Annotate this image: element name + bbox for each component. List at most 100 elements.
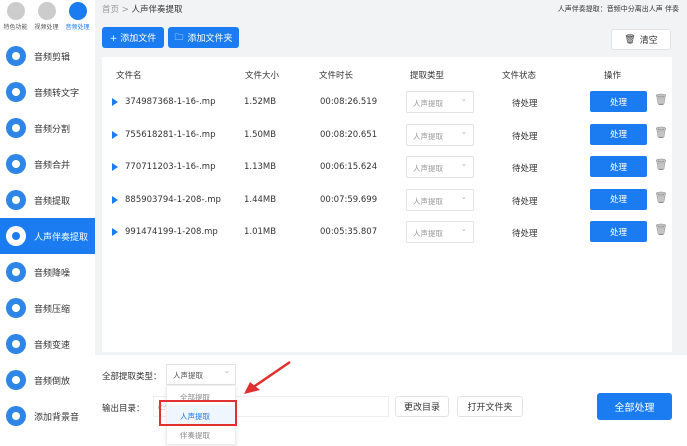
file-table: 文件名 文件大小 文件时长 提取类型 文件状态 操作 374987368-1-1… <box>102 57 672 352</box>
tab-audio[interactable]: 音频处理 <box>62 2 93 38</box>
sidebar-item[interactable]: 音频倒放 <box>0 362 95 398</box>
sidebar-item[interactable]: 添加背景音 <box>0 398 95 434</box>
process-button[interactable]: 处理 <box>590 188 647 210</box>
header-duration: 文件时长 <box>319 71 354 81</box>
audio-icon <box>6 262 26 282</box>
file-size: 1.13MB <box>244 162 277 172</box>
file-name: 755618281-1-16-.mp <box>125 129 216 140</box>
highlight-box <box>159 400 237 426</box>
clear-button[interactable]: 🗑 清空 <box>611 29 671 50</box>
type-select[interactable]: 人声提取 <box>406 91 474 113</box>
audio-icon <box>6 334 26 354</box>
header-action: 操作 <box>604 71 622 81</box>
sidebar-item-label: 添加背景音 <box>34 412 80 423</box>
process-button[interactable]: 处理 <box>590 91 647 112</box>
sidebar-item-label: 音频转文字 <box>34 88 80 99</box>
file-duration: 00:06:15.624 <box>320 162 378 172</box>
sidebar-item[interactable]: 音频剪辑 <box>0 38 95 74</box>
option-accompaniment[interactable]: 伴奏提取 <box>167 424 235 443</box>
sidebar-item[interactable]: 音频合并 <box>0 146 95 182</box>
type-select[interactable]: 人声提取 <box>406 156 474 178</box>
process-button[interactable]: 处理 <box>590 123 647 145</box>
sidebar-item-label: 人声伴奏提取 <box>34 232 89 243</box>
trash-icon: 🗑 <box>624 34 636 45</box>
play-icon[interactable] <box>112 130 118 139</box>
tab-video[interactable]: 视频处理 <box>31 2 62 38</box>
audio-icon <box>6 226 26 246</box>
trash-icon[interactable]: 🗑 <box>654 191 668 204</box>
sidebar-item-label: 音频压缩 <box>34 304 71 315</box>
trash-icon[interactable]: 🗑 <box>654 223 668 236</box>
audio-icon <box>6 82 26 102</box>
table-row: 885903794-1-208-.mp 1.44MB 00:07:59.699 … <box>102 185 672 217</box>
header-size: 文件大小 <box>245 71 280 81</box>
sidebar-item-label: 音频分割 <box>34 124 71 135</box>
sidebar-item-label: 音频合并 <box>34 160 71 171</box>
file-name: 770711203-1-16-.mp <box>125 162 216 172</box>
clear-label: 清空 <box>639 36 658 46</box>
trash-icon[interactable]: 🗑 <box>654 126 668 139</box>
process-all-button[interactable]: 全部处理 <box>597 393 672 420</box>
file-name: 885903794-1-208-.mp <box>125 194 221 205</box>
change-dir-button[interactable]: 更改目录 <box>395 396 449 417</box>
audio-icon <box>6 118 26 138</box>
table-row: 770711203-1-16-.mp 1.13MB 00:06:15.624 人… <box>102 152 672 184</box>
sidebar-item[interactable]: 音频压缩 <box>0 290 95 326</box>
type-select[interactable]: 人声提取 <box>406 188 474 211</box>
trash-icon[interactable]: 🗑 <box>654 93 668 106</box>
sidebar: 特色功能 视频处理 音频处理 音频剪辑音频转文字音频分割音频合并音频提取人声伴奏… <box>0 0 95 446</box>
file-name: 991474199-1-208.mp <box>125 227 218 237</box>
sidebar-item[interactable]: 音频降噪 <box>0 254 95 290</box>
play-icon[interactable] <box>112 195 118 204</box>
audio-icon <box>6 370 26 390</box>
play-icon[interactable] <box>112 163 118 171</box>
add-file-button[interactable]: + 添加文件 <box>102 27 164 48</box>
sidebar-item-label: 音频提取 <box>34 196 71 207</box>
feature-hint: 人声伴奏提取：音频中分离出人声 伴奏 <box>557 5 679 13</box>
tab-featured[interactable]: 特色功能 <box>0 2 31 38</box>
type-select[interactable]: 人声提取 <box>406 221 474 243</box>
table-row: 991474199-1-208.mp 1.01MB 00:05:35.807 人… <box>102 217 672 249</box>
audio-icon <box>6 190 26 210</box>
open-folder-button[interactable]: 打开文件夹 <box>457 396 523 417</box>
process-button[interactable]: 处理 <box>590 156 647 177</box>
sidebar-item[interactable]: 音频分割 <box>0 110 95 146</box>
sidebar-item[interactable]: 音频变速 <box>0 326 95 362</box>
sidebar-item[interactable]: 音频提取 <box>0 182 95 218</box>
process-button[interactable]: 处理 <box>590 221 647 242</box>
type-select[interactable]: 人声提取 <box>406 123 474 146</box>
file-size: 1.52MB <box>244 97 277 107</box>
tab-label: 视频处理 <box>34 24 59 31</box>
music-icon <box>68 2 87 20</box>
sidebar-item[interactable]: 人声伴奏提取 <box>0 218 95 254</box>
table-row: 755618281-1-16-.mp 1.50MB 00:08:20.651 人… <box>102 120 672 152</box>
breadcrumb-home[interactable]: 首页 <box>102 5 119 15</box>
audio-icon <box>6 298 26 318</box>
file-name: 374987368-1-16-.mp <box>125 97 216 107</box>
all-type-select[interactable]: 人声提取 <box>166 364 236 385</box>
header-type: 提取类型 <box>410 71 445 81</box>
sidebar-item-label: 音频倒放 <box>34 376 71 387</box>
sidebar-item-label: 音频降噪 <box>34 268 71 279</box>
star-icon <box>6 2 25 20</box>
file-status: 待处理 <box>512 131 538 142</box>
play-icon[interactable] <box>112 228 118 236</box>
film-icon <box>37 2 56 20</box>
trash-icon[interactable]: 🗑 <box>654 158 668 171</box>
file-duration: 00:05:35.807 <box>320 227 378 237</box>
play-icon[interactable] <box>112 98 118 106</box>
sidebar-item-label: 音频变速 <box>34 340 71 351</box>
file-status: 待处理 <box>512 99 538 109</box>
audio-icon <box>6 46 26 66</box>
file-status: 待处理 <box>512 196 538 207</box>
file-size: 1.50MB <box>244 129 277 140</box>
tab-label: 音频处理 <box>65 24 90 31</box>
add-folder-button[interactable]: 🗀 添加文件夹 <box>168 27 239 48</box>
file-duration: 00:08:26.519 <box>320 97 378 107</box>
sidebar-item-label: 音频剪辑 <box>34 52 71 63</box>
header-status: 文件状态 <box>502 71 537 81</box>
sidebar-item[interactable]: 音频转文字 <box>0 74 95 110</box>
output-label: 输出目录： <box>102 404 145 414</box>
header-filename: 文件名 <box>116 71 142 81</box>
tab-label: 特色功能 <box>3 24 28 31</box>
